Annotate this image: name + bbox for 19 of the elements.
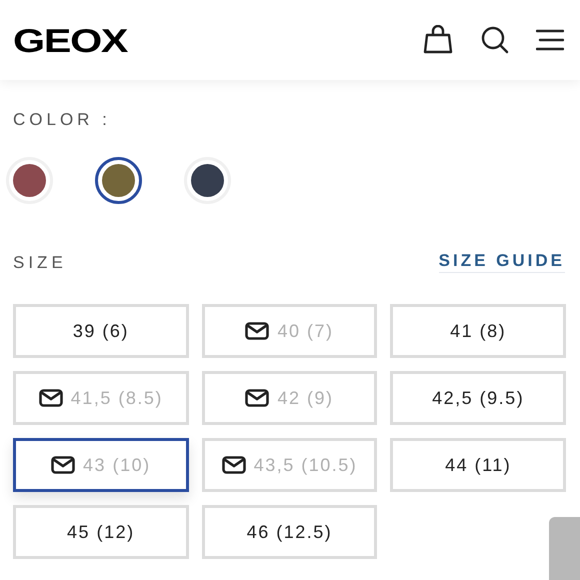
size-option[interactable]: 46 (12.5): [202, 505, 378, 559]
size-option[interactable]: 44 (11): [390, 438, 566, 492]
brand-logo[interactable]: GEOX: [13, 24, 128, 56]
search-icon[interactable]: [480, 25, 510, 55]
envelope-icon: [245, 389, 270, 407]
envelope-icon: [245, 322, 270, 340]
color-swatch[interactable]: [95, 157, 142, 204]
envelope-icon: [51, 456, 76, 474]
shopping-bag-icon[interactable]: [422, 25, 454, 55]
envelope-icon: [38, 389, 63, 407]
menu-icon[interactable]: [536, 29, 564, 51]
size-option[interactable]: 39 (6): [13, 304, 189, 358]
size-label: SIZE: [13, 254, 67, 271]
size-option[interactable]: 42,5 (9.5): [390, 371, 566, 425]
size-guide-link[interactable]: SIZE GUIDE: [438, 252, 565, 273]
size-option[interactable]: 45 (12): [13, 505, 189, 559]
size-option[interactable]: 41 (8): [390, 304, 566, 358]
envelope-icon: [222, 456, 246, 474]
color-label: COLOR :: [13, 111, 112, 128]
